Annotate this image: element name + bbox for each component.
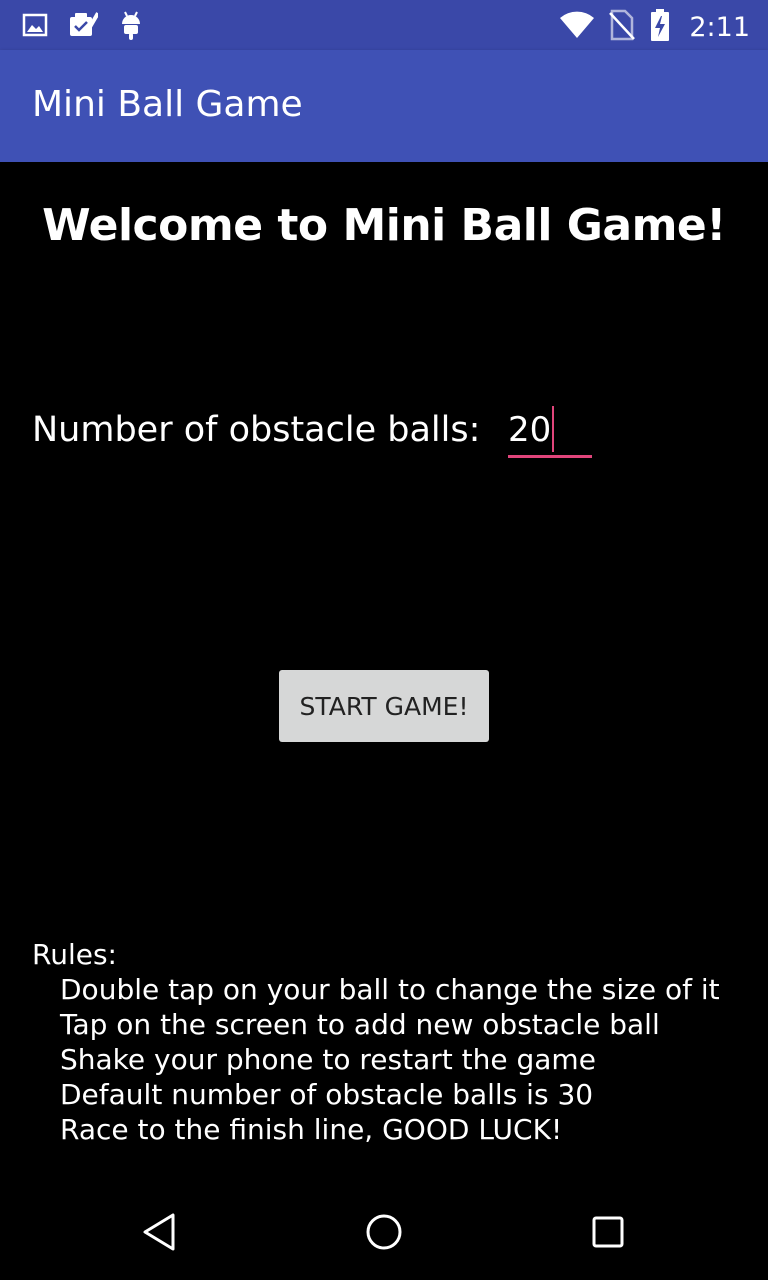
obstacle-count-label: Number of obstacle balls: <box>32 410 481 450</box>
rules-heading: Rules: <box>32 938 117 971</box>
rule-item: Default number of obstacle balls is 30 <box>60 1078 594 1111</box>
wifi-icon <box>559 10 595 45</box>
rule-item: Shake your phone to restart the game <box>60 1043 596 1076</box>
status-time: 2:11 <box>689 12 750 43</box>
obstacle-count-value: 20 <box>508 406 555 456</box>
obstacle-count-input[interactable]: 20 <box>508 404 592 458</box>
welcome-heading: Welcome to Mini Ball Game! <box>42 200 726 251</box>
image-icon <box>22 12 48 43</box>
start-game-button[interactable]: START GAME! <box>279 670 489 742</box>
home-icon[interactable] <box>358 1206 410 1258</box>
status-bar: 2:11 <box>0 0 768 50</box>
notification-icons <box>22 10 144 45</box>
obstacle-count-text: 20 <box>508 410 552 450</box>
no-sim-icon <box>609 9 636 46</box>
text-caret <box>552 406 555 452</box>
rule-item: Tap on the screen to add new obstacle ba… <box>60 1008 660 1041</box>
android-icon <box>118 10 144 45</box>
battery-charging-icon <box>649 8 671 47</box>
recents-icon[interactable] <box>582 1206 634 1258</box>
clipboard-check-icon <box>68 10 100 45</box>
back-icon[interactable] <box>134 1206 186 1258</box>
app-title: Mini Ball Game <box>32 84 303 125</box>
screen: 2:11 Mini Ball Game Welcome to Mini Ball… <box>0 0 768 1280</box>
navigation-bar <box>0 1184 768 1280</box>
rules-section: Rules: Double tap on your ball to change… <box>32 937 720 1147</box>
rule-item: Race to the finish line, GOOD LUCK! <box>60 1113 563 1146</box>
rule-item: Double tap on your ball to change the si… <box>60 973 720 1006</box>
rules-list: Double tap on your ball to change the si… <box>32 972 720 1147</box>
app-bar: Mini Ball Game <box>0 50 768 162</box>
system-status-icons: 2:11 <box>559 8 750 47</box>
